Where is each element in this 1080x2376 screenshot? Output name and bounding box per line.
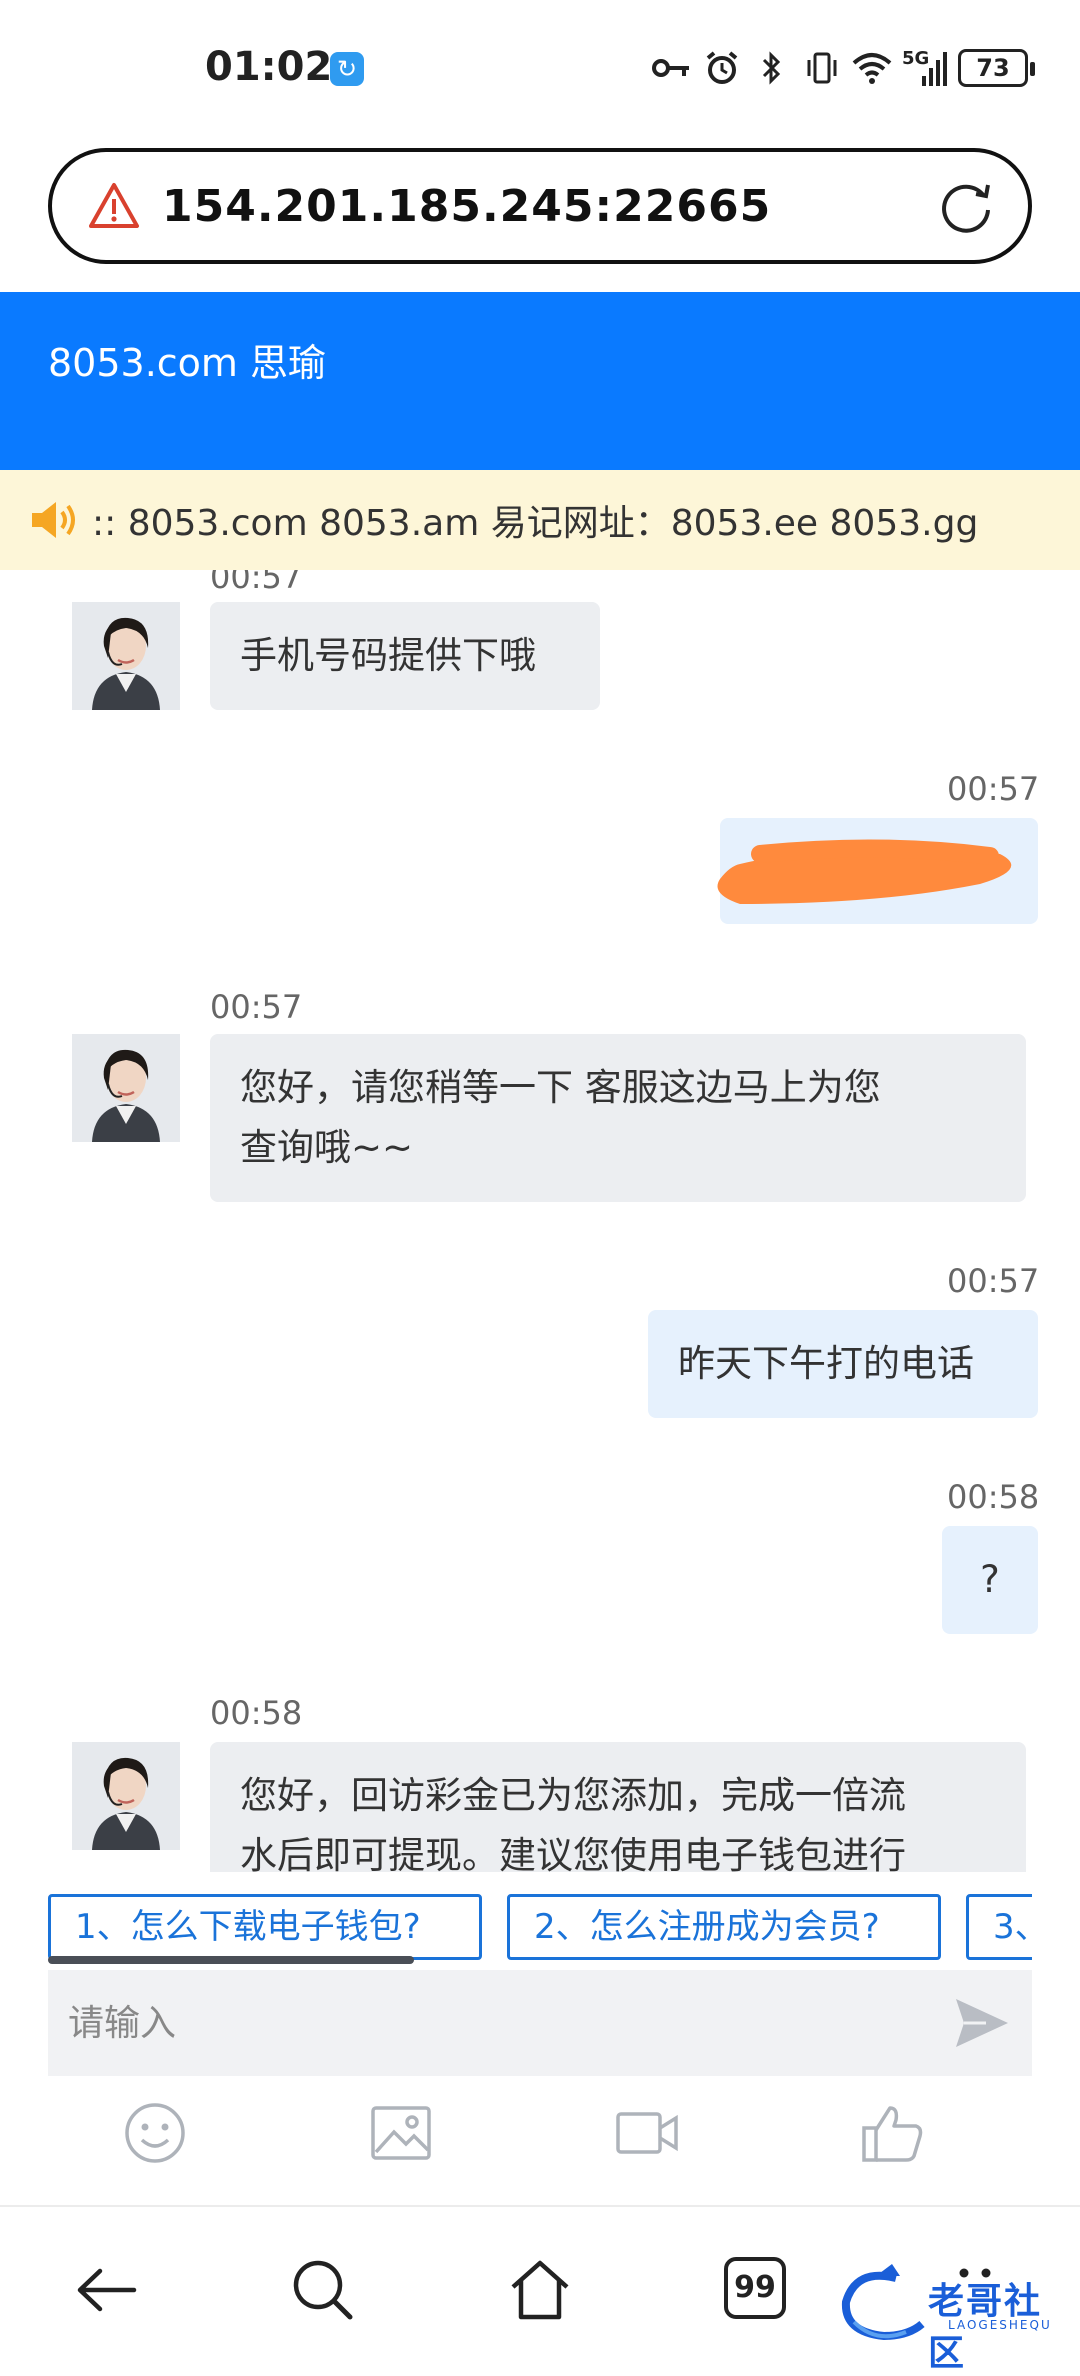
battery-indicator: 73 (958, 49, 1035, 87)
bluetooth-icon (752, 48, 792, 88)
chat-toolbar (0, 2100, 1080, 2174)
reload-icon[interactable] (934, 174, 998, 238)
site-title: 8053.com 思瑜 (48, 341, 327, 385)
speaker-icon (32, 502, 75, 538)
message-input-row (48, 1970, 1032, 2076)
thumbs-up-icon[interactable] (860, 2100, 926, 2166)
quick-reply-button[interactable]: 2、怎么注册成为会员? (507, 1894, 941, 1960)
message-time: 00:57 (947, 770, 1040, 808)
watermark-subtext: LAOGESHEQU (948, 2318, 1052, 2332)
agent-avatar (72, 602, 180, 710)
message-text-line: 水后即可提现。建议您使用电子钱包进行 (240, 1834, 906, 1872)
signal-icon: 5G (902, 48, 948, 88)
site-header: 8053.com 思瑜 (0, 292, 1080, 470)
key-icon (652, 48, 692, 88)
agent-avatar (72, 1034, 180, 1142)
status-icons: 5G 73 (652, 46, 1035, 90)
video-icon[interactable] (614, 2100, 680, 2166)
status-time: 01:02 (205, 44, 333, 90)
url-text[interactable]: 154.201.185.245:22665 (162, 181, 934, 232)
notice-text: :: 8053.com 8053.am 易记网址：8053.ee 8053.gg (92, 503, 979, 544)
message-time: 00:58 (947, 1478, 1040, 1516)
message-text: ? (980, 1558, 1000, 1601)
notice-bar: :: 8053.com 8053.am 易记网址：8053.ee 8053.gg (0, 470, 1080, 570)
message-text: 手机号码提供下哦 (240, 634, 536, 677)
send-icon[interactable] (952, 1995, 1012, 2051)
message-time: 00:57 (210, 988, 303, 1026)
message-time: 00:57 (210, 570, 303, 596)
watermark-logo: 老哥社区 LAOGESHEQU (836, 2262, 1064, 2374)
network-type: 5G (902, 48, 930, 69)
app-notification-icon: ↻ (330, 52, 364, 86)
back-arrow-icon[interactable] (72, 2255, 142, 2325)
status-bar: 01:02 ↻ 5G 73 (0, 0, 1080, 140)
redaction-scribble (717, 839, 1012, 904)
alarm-icon (702, 48, 742, 88)
message-input[interactable] (68, 2002, 952, 2044)
chat-area[interactable]: 00:57 手机号码提供下哦 00:57 00:57 您好，请您稍等一下 客服这… (0, 570, 1080, 1872)
message-time: 00:58 (210, 1694, 303, 1732)
message-text-line: 您好，请您稍等一下 客服这边马上为您 (240, 1066, 881, 1109)
agent-message-bubble: 您好，请您稍等一下 客服这边马上为您 查询哦~~ (210, 1034, 1026, 1202)
agent-message-bubble: 您好，回访彩金已为您添加，完成一倍流 水后即可提现。建议您使用电子钱包进行 (210, 1742, 1026, 1872)
home-icon[interactable] (505, 2255, 575, 2325)
agent-message-bubble: 手机号码提供下哦 (210, 602, 600, 710)
agent-avatar (72, 1742, 180, 1850)
message-text-line: 查询哦~~ (240, 1126, 414, 1169)
url-bar[interactable]: 154.201.185.245:22665 (48, 148, 1032, 264)
vibrate-icon (802, 48, 842, 88)
image-icon[interactable] (368, 2100, 434, 2166)
tabs-count-button[interactable]: 99 (724, 2257, 786, 2319)
message-text: 昨天下午打的电话 (678, 1342, 974, 1385)
user-message-bubble: ? (942, 1526, 1038, 1634)
quick-reply-button[interactable]: 3、 (966, 1894, 1032, 1960)
quick-reply-button[interactable]: 1、怎么下载电子钱包? (48, 1894, 482, 1960)
message-text-line: 您好，回访彩金已为您添加，完成一倍流 (240, 1774, 906, 1817)
warning-icon[interactable] (88, 180, 140, 232)
wifi-icon (852, 48, 892, 88)
emoji-icon[interactable] (122, 2100, 188, 2166)
search-icon[interactable] (288, 2255, 358, 2325)
quick-reply-scrollbar[interactable] (48, 1956, 414, 1964)
user-message-bubble: 昨天下午打的电话 (648, 1310, 1038, 1418)
message-time: 00:57 (947, 1262, 1040, 1300)
